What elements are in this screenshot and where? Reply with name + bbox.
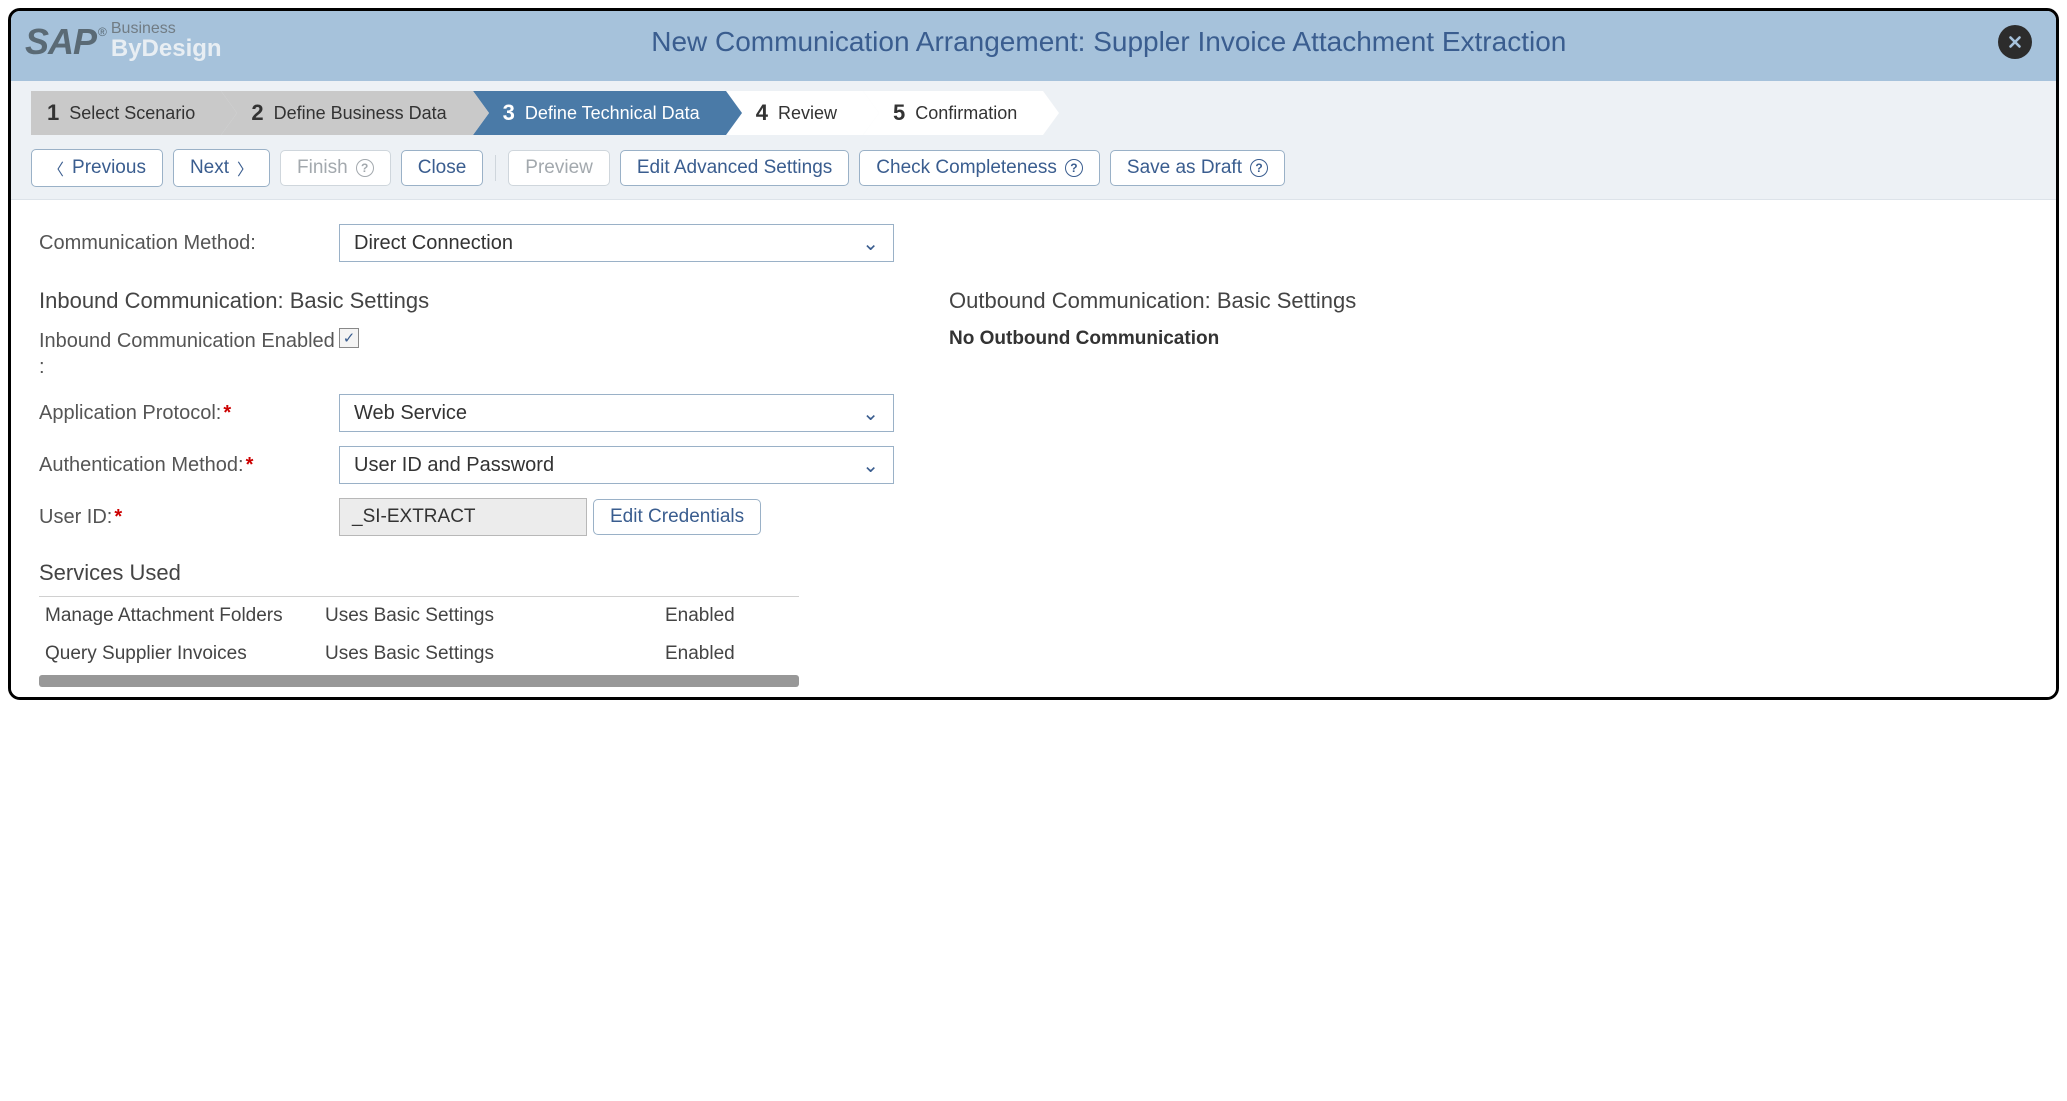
next-button[interactable]: Next 〉 — [173, 149, 270, 187]
chevron-down-icon: ⌄ — [862, 401, 879, 426]
save-as-draft-button[interactable]: Save as Draft ? — [1110, 150, 1285, 186]
logo-registered: ® — [98, 25, 107, 39]
inbound-enabled-label: Inbound Communication Enabled: — [39, 328, 339, 380]
chevron-down-icon: ⌄ — [862, 453, 879, 478]
logo: SAP ® Business ByDesign — [25, 21, 222, 63]
application-protocol-label: Application Protocol:* — [39, 402, 339, 425]
content-area: Communication Method: Direct Connection … — [11, 200, 2056, 697]
toolbar-area: 1 Select Scenario 2 Define Business Data… — [11, 81, 2056, 200]
header: SAP ® Business ByDesign New Communicatio… — [11, 11, 2056, 81]
wizard-step-2[interactable]: 2 Define Business Data — [221, 91, 472, 135]
close-button[interactable]: Close — [401, 150, 484, 186]
authentication-method-select[interactable]: User ID and Password ⌄ — [339, 446, 894, 484]
wizard-steps: 1 Select Scenario 2 Define Business Data… — [31, 81, 2036, 135]
action-buttons: 〈 Previous Next 〉 Finish ? Close Preview… — [31, 149, 2036, 187]
check-completeness-button[interactable]: Check Completeness ? — [859, 150, 1100, 186]
table-row: Manage Attachment Folders Uses Basic Set… — [39, 597, 799, 635]
previous-button[interactable]: 〈 Previous — [31, 149, 163, 187]
horizontal-scrollbar[interactable] — [39, 675, 799, 687]
outbound-heading: Outbound Communication: Basic Settings — [949, 288, 2028, 314]
outbound-message: No Outbound Communication — [949, 328, 2028, 350]
wizard-step-1[interactable]: 1 Select Scenario — [31, 91, 221, 135]
communication-method-label: Communication Method: — [39, 232, 339, 255]
app-frame: SAP ® Business ByDesign New Communicatio… — [8, 8, 2059, 700]
logo-bydesign: ByDesign — [111, 37, 222, 61]
services-used-section: Services Used Manage Attachment Folders … — [39, 560, 909, 687]
wizard-step-3[interactable]: 3 Define Technical Data — [473, 91, 726, 135]
table-row: Query Supplier Invoices Uses Basic Setti… — [39, 635, 799, 673]
help-icon: ? — [356, 159, 374, 177]
communication-method-select[interactable]: Direct Connection ⌄ — [339, 224, 894, 262]
close-icon[interactable] — [1998, 25, 2032, 59]
authentication-method-label: Authentication Method:* — [39, 454, 339, 477]
separator — [495, 155, 496, 181]
application-protocol-select[interactable]: Web Service ⌄ — [339, 394, 894, 432]
chevron-right-icon: 〉 — [237, 156, 253, 180]
inbound-heading: Inbound Communication: Basic Settings — [39, 288, 909, 314]
user-id-field: _SI-EXTRACT — [339, 498, 587, 536]
edit-credentials-button[interactable]: Edit Credentials — [593, 499, 761, 535]
wizard-step-5[interactable]: 5 Confirmation — [863, 91, 1043, 135]
wizard-step-4[interactable]: 4 Review — [726, 91, 863, 135]
logo-sap-text: SAP — [25, 21, 96, 63]
chevron-down-icon: ⌄ — [862, 231, 879, 256]
chevron-left-icon: 〈 — [48, 156, 64, 180]
page-title: New Communication Arrangement: Suppler I… — [222, 26, 2036, 58]
help-icon: ? — [1065, 159, 1083, 177]
preview-button[interactable]: Preview — [508, 150, 610, 186]
services-table: Manage Attachment Folders Uses Basic Set… — [39, 596, 799, 673]
services-used-heading: Services Used — [39, 560, 909, 586]
finish-button[interactable]: Finish ? — [280, 150, 391, 186]
user-id-label: User ID:* — [39, 506, 339, 529]
help-icon: ? — [1250, 159, 1268, 177]
edit-advanced-settings-button[interactable]: Edit Advanced Settings — [620, 150, 849, 186]
inbound-enabled-checkbox[interactable]: ✓ — [339, 328, 359, 348]
